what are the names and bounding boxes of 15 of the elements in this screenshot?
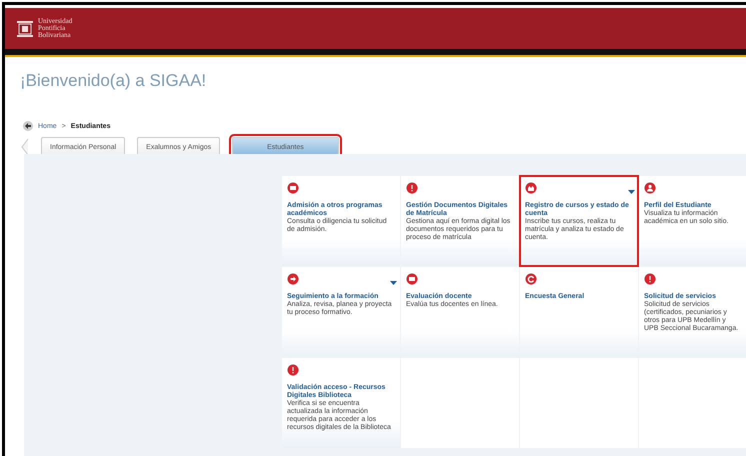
- tile-icon: [644, 273, 656, 285]
- tile-icon: [287, 182, 299, 194]
- tile-icon: [287, 364, 299, 376]
- back-button[interactable]: [23, 121, 33, 131]
- tile-icon: [525, 182, 537, 194]
- tile-icon: [406, 273, 418, 285]
- tile-icon: [406, 182, 418, 194]
- tile-icon: [644, 182, 656, 194]
- tile-icon: [287, 273, 299, 285]
- logo-icon: [15, 18, 35, 38]
- caret-icon[interactable]: [390, 281, 397, 285]
- tile-icon: [525, 273, 537, 285]
- caret-icon[interactable]: [628, 190, 635, 194]
- back-arrow-icon: [25, 123, 31, 129]
- welcome-title: ¡Bienvenido(a) a SIGAA!: [20, 71, 208, 91]
